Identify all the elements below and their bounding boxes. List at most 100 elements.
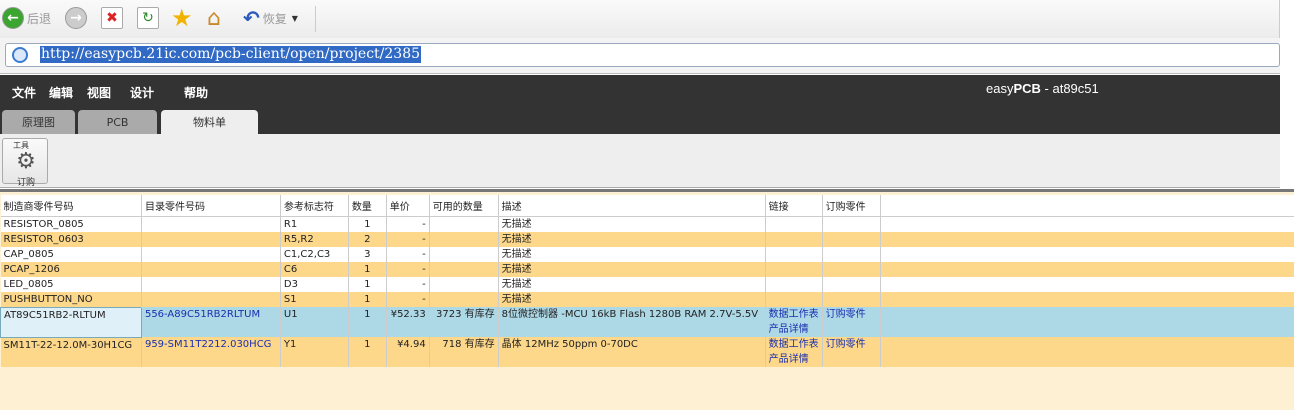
cell-ref: C1,C2,C3: [280, 246, 349, 262]
cell-qty: 1: [348, 291, 387, 307]
gear-icon: ⚙: [16, 149, 36, 174]
address-bar: http://easypcb.21ic.com/pcb-client/open/…: [0, 38, 1280, 74]
cell-ref: S1: [280, 291, 349, 307]
table-row[interactable]: SM11T-22-12.0M-30H1CG 959-SM11T2212.030H…: [0, 337, 1294, 367]
cell-price: -: [386, 276, 430, 292]
cell-catalog: [141, 291, 281, 307]
order-button[interactable]: 工具 ⚙ 订购: [2, 138, 48, 188]
url-input[interactable]: http://easypcb.21ic.com/pcb-client/open/…: [5, 43, 1280, 67]
table-row[interactable]: LED_0805 D3 1 - 无描述: [0, 276, 1294, 292]
cell-avail: 3723 有库存: [429, 307, 499, 337]
app-title: easyPCB - at89c51: [986, 81, 1099, 96]
cell-links: 数据工作表 产品详情: [765, 307, 823, 337]
col-qty[interactable]: 数量: [348, 195, 387, 217]
cell-mfr: PCAP_1206: [0, 261, 142, 277]
cell-avail: [429, 246, 499, 262]
cell-ref: R1: [280, 216, 349, 232]
cell-catalog[interactable]: 959-SM11T2212.030HCG: [141, 337, 281, 367]
refresh-button[interactable]: ↻: [137, 5, 159, 31]
home-icon: ⌂: [207, 5, 221, 31]
forward-arrow-icon: →: [65, 7, 87, 29]
tab-schematic[interactable]: 原理图: [2, 110, 75, 134]
col-catalog-part[interactable]: 目录零件号码: [141, 195, 281, 217]
back-button[interactable]: ← 后退: [2, 5, 51, 31]
cell-filler: [880, 246, 1294, 262]
forward-button[interactable]: →: [65, 5, 87, 31]
product-detail-link[interactable]: 产品详情: [769, 322, 819, 337]
cell-order: [822, 291, 881, 307]
cell-filler: [880, 337, 1294, 367]
cell-links: [765, 291, 823, 307]
product-detail-link[interactable]: 产品详情: [769, 352, 819, 367]
page-icon: [12, 47, 28, 63]
table-row[interactable]: RESISTOR_0805 R1 1 - 无描述: [0, 216, 1294, 232]
cell-price: -: [386, 231, 430, 247]
cell-links: [765, 231, 823, 247]
stop-icon: ✖: [101, 7, 123, 29]
stop-button[interactable]: ✖: [101, 5, 123, 31]
order-part-link[interactable]: 订购零件: [822, 307, 881, 337]
cell-desc: 无描述: [498, 261, 766, 277]
table-row[interactable]: CAP_0805 C1,C2,C3 3 - 无描述: [0, 246, 1294, 262]
cell-mfr: CAP_0805: [0, 246, 142, 262]
menu-design[interactable]: 设计: [130, 84, 154, 101]
order-label: 订购: [17, 178, 36, 188]
cell-qty: 1: [348, 337, 387, 367]
cell-desc: 无描述: [498, 291, 766, 307]
col-order-part[interactable]: 订购零件: [822, 195, 881, 217]
menu-edit[interactable]: 编辑: [49, 84, 73, 101]
cell-desc: 晶体 12MHz 50ppm 0-70DC: [498, 337, 766, 367]
restore-button[interactable]: ↶ 恢复 ▼: [243, 5, 298, 31]
bom-table: 制造商零件号码 目录零件号码 参考标志符 数量 单价 可用的数量 描述 链接 订…: [0, 195, 1294, 367]
app-toolbar: 工具 ⚙ 订购: [0, 134, 1280, 188]
cell-links: 数据工作表 产品详情: [765, 337, 823, 367]
datasheet-link[interactable]: 数据工作表: [769, 337, 819, 352]
cell-order: [822, 261, 881, 277]
cell-filler: [880, 276, 1294, 292]
cell-qty: 1: [348, 307, 387, 337]
cell-links: [765, 216, 823, 232]
app-title-suffix: - at89c51: [1040, 81, 1099, 96]
table-row[interactable]: PUSHBUTTON_NO S1 1 - 无描述: [0, 291, 1294, 307]
cell-ref: C6: [280, 261, 349, 277]
table-row-selected[interactable]: AT89C51RB2-RLTUM 556-A89C51RB2RLTUM U1 1…: [0, 306, 1294, 338]
browser-toolbar: ← 后退 → ✖ ↻ ★ ⌂ ↶ 恢复 ▼: [0, 0, 1280, 38]
menu-help[interactable]: 帮助: [184, 84, 208, 101]
cell-avail: [429, 231, 499, 247]
table-row[interactable]: RESISTOR_0603 R5,R2 2 - 无描述: [0, 231, 1294, 247]
menu-view[interactable]: 视图: [87, 84, 111, 101]
cell-qty: 2: [348, 231, 387, 247]
order-part-link[interactable]: 订购零件: [822, 337, 881, 367]
menu-file[interactable]: 文件: [12, 84, 36, 101]
datasheet-link[interactable]: 数据工作表: [769, 307, 819, 322]
cell-filler: [880, 216, 1294, 232]
col-unit-price[interactable]: 单价: [386, 195, 430, 217]
url-text[interactable]: http://easypcb.21ic.com/pcb-client/open/…: [40, 46, 422, 63]
cell-catalog: [141, 216, 281, 232]
cell-price: ¥4.94: [386, 337, 430, 367]
col-mfr-part[interactable]: 制造商零件号码: [0, 195, 142, 217]
cell-links: [765, 261, 823, 277]
col-description[interactable]: 描述: [498, 195, 766, 217]
cell-ref: D3: [280, 276, 349, 292]
cell-price: -: [386, 291, 430, 307]
tab-pcb[interactable]: PCB: [78, 110, 157, 134]
undo-icon: ↶: [243, 6, 260, 30]
favorites-button[interactable]: ★: [171, 4, 193, 32]
app-title-bold: PCB: [1013, 81, 1041, 96]
cell-order: [822, 231, 881, 247]
refresh-icon: ↻: [137, 7, 159, 29]
col-ref-designator[interactable]: 参考标志符: [280, 195, 349, 217]
col-available[interactable]: 可用的数量: [429, 195, 499, 217]
col-links[interactable]: 链接: [765, 195, 823, 217]
tab-bom[interactable]: 物料单: [161, 110, 258, 134]
home-button[interactable]: ⌂: [207, 5, 221, 31]
cell-catalog: [141, 246, 281, 262]
cell-mfr[interactable]: AT89C51RB2-RLTUM: [0, 306, 142, 338]
table-row[interactable]: PCAP_1206 C6 1 - 无描述: [0, 261, 1294, 277]
cell-ref: Y1: [280, 337, 349, 367]
cell-catalog: [141, 261, 281, 277]
cell-catalog[interactable]: 556-A89C51RB2RLTUM: [141, 307, 281, 337]
bom-grid: 制造商零件号码 目录零件号码 参考标志符 数量 单价 可用的数量 描述 链接 订…: [0, 189, 1294, 410]
restore-label: 恢复: [262, 11, 287, 26]
